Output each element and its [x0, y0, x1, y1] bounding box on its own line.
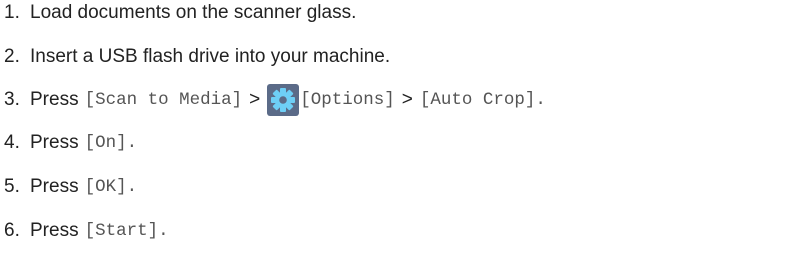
scan-to-media-label: [Scan to Media]: [84, 90, 243, 110]
gear-icon: [267, 84, 300, 116]
ok-label: [OK].: [84, 177, 138, 197]
step-5: 5. Press [OK].: [4, 174, 804, 200]
step-number: 5.: [4, 176, 20, 197]
step-4: 4. Press [On].: [4, 130, 804, 156]
step-verb: Press: [30, 89, 79, 110]
step-1: 1. Load documents on the scanner glass.: [4, 0, 804, 26]
arrow-separator: >: [249, 89, 261, 110]
step-number: 1.: [4, 2, 20, 23]
step-3: 3. Press [Scan to Media] > [Options] > […: [4, 84, 804, 116]
start-label: [Start].: [84, 221, 169, 241]
step-number: 2.: [4, 46, 20, 67]
auto-crop-label: [Auto Crop].: [419, 90, 546, 110]
step-text: Load documents on the scanner glass.: [30, 2, 357, 23]
step-number: 3.: [4, 89, 20, 110]
on-label: [On].: [84, 133, 138, 153]
step-number: 4.: [4, 132, 20, 153]
step-number: 6.: [4, 220, 20, 241]
step-2: 2. Insert a USB flash drive into your ma…: [4, 44, 804, 70]
step-verb: Press: [30, 220, 79, 241]
step-6: 6. Press [Start].: [4, 218, 804, 244]
arrow-separator: >: [401, 89, 413, 110]
step-verb: Press: [30, 132, 79, 153]
step-text: Insert a USB flash drive into your machi…: [30, 46, 391, 67]
options-label: [Options]: [300, 90, 395, 110]
instruction-steps: 1. Load documents on the scanner glass. …: [4, 0, 804, 244]
step-verb: Press: [30, 176, 79, 197]
